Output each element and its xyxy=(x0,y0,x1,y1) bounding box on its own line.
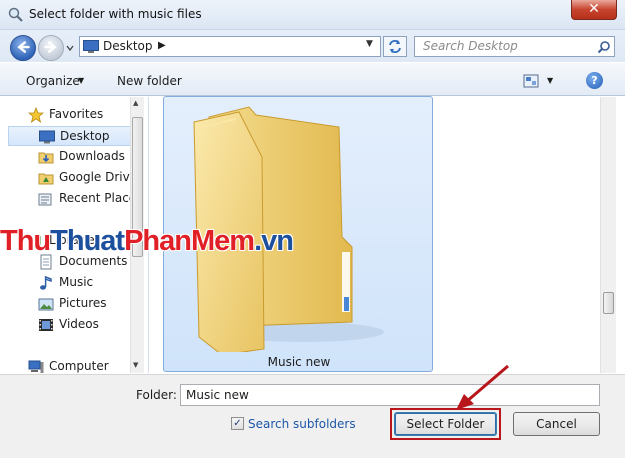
nav-computer-label: Computer xyxy=(49,359,109,373)
nav-favorites[interactable]: Favorites xyxy=(8,105,133,125)
watermark-part: .vn xyxy=(254,225,294,257)
recent-pages-dropdown-icon[interactable] xyxy=(65,43,75,53)
nav-item-label: Videos xyxy=(59,317,99,331)
command-toolbar: Organize ▼ New folder ▼ ? xyxy=(0,62,625,96)
nav-item-label: Desktop xyxy=(60,129,110,143)
search-subfolders-label[interactable]: Search subfolders xyxy=(248,417,356,431)
nav-item-label: Pictures xyxy=(59,296,107,310)
watermark-logo: ThuThuatPhanMem.vn xyxy=(0,225,294,258)
search-icon[interactable] xyxy=(597,40,611,54)
nav-item-google-drive[interactable]: Google Drive xyxy=(8,168,137,188)
downloads-icon xyxy=(38,152,54,164)
folder-name: Music new xyxy=(267,355,331,369)
watermark-part: Thu xyxy=(0,225,51,257)
refresh-button[interactable] xyxy=(383,36,407,57)
address-location[interactable]: Desktop xyxy=(103,39,153,53)
nav-favorites-label: Favorites xyxy=(49,107,104,121)
nav-item-label: Downloads xyxy=(59,149,125,163)
nav-item-label: Music xyxy=(59,275,94,289)
pictures-icon xyxy=(38,298,54,311)
scroll-down-icon[interactable]: ▼ xyxy=(133,361,138,369)
title-bar: Select folder with music files ✕ xyxy=(0,0,625,30)
nav-item-label: Google Drive xyxy=(59,170,138,184)
refresh-icon xyxy=(389,40,401,53)
recent-places-icon xyxy=(38,193,52,206)
nav-item-desktop[interactable]: Desktop xyxy=(8,126,133,146)
window-title: Select folder with music files xyxy=(29,7,202,21)
annotation-arrow-icon xyxy=(456,364,509,410)
view-dropdown-icon[interactable]: ▼ xyxy=(547,76,553,85)
folder-field-label: Folder: xyxy=(136,388,177,402)
computer-icon xyxy=(28,360,44,373)
forward-button[interactable] xyxy=(38,35,64,61)
change-view-icon[interactable] xyxy=(523,74,539,88)
address-dropdown-icon[interactable]: ▼ xyxy=(366,39,373,49)
desktop-icon xyxy=(39,130,55,144)
content-scroll-thumb[interactable] xyxy=(603,292,614,314)
nav-item-downloads[interactable]: Downloads xyxy=(8,147,133,167)
forward-arrow-icon xyxy=(44,41,57,53)
nav-item-recent-places[interactable]: Recent Places xyxy=(8,189,142,209)
new-folder-button[interactable]: New folder xyxy=(117,74,182,88)
content-scrollbar[interactable] xyxy=(600,97,616,373)
help-button[interactable]: ? xyxy=(586,72,603,89)
organize-dropdown-icon[interactable]: ▼ xyxy=(78,76,84,85)
watermark-part: PhanMem xyxy=(124,225,255,257)
desktop-icon xyxy=(83,40,99,53)
nav-item-music[interactable]: Music xyxy=(8,273,133,293)
organize-button[interactable]: Organize xyxy=(26,74,80,88)
breadcrumb-chevron-icon[interactable]: ▶ xyxy=(158,40,166,51)
google-drive-icon xyxy=(38,173,54,185)
search-placeholder[interactable]: Search Desktop xyxy=(423,39,518,53)
search-input[interactable]: Search Desktop xyxy=(414,36,615,57)
scroll-up-icon[interactable]: ▲ xyxy=(133,99,138,107)
back-button[interactable] xyxy=(10,35,36,61)
search-subfolders-checkbox[interactable]: ✓ xyxy=(231,417,244,430)
cancel-button[interactable]: Cancel xyxy=(513,412,600,436)
back-arrow-icon xyxy=(17,41,30,53)
close-button[interactable]: ✕ xyxy=(571,0,617,20)
magnifier-folder-icon xyxy=(8,7,23,22)
nav-computer[interactable]: Computer xyxy=(8,357,133,373)
nav-item-pictures[interactable]: Pictures xyxy=(8,294,133,314)
music-icon xyxy=(40,275,52,290)
folder-field[interactable]: Music new xyxy=(180,384,600,406)
watermark-part: Thuat xyxy=(50,225,125,257)
nav-item-videos[interactable]: Videos xyxy=(8,315,133,335)
select-folder-button[interactable]: Select Folder xyxy=(394,412,497,436)
star-icon xyxy=(28,107,44,123)
address-bar[interactable]: Desktop ▶ ▼ xyxy=(79,36,381,57)
videos-icon xyxy=(39,319,53,331)
